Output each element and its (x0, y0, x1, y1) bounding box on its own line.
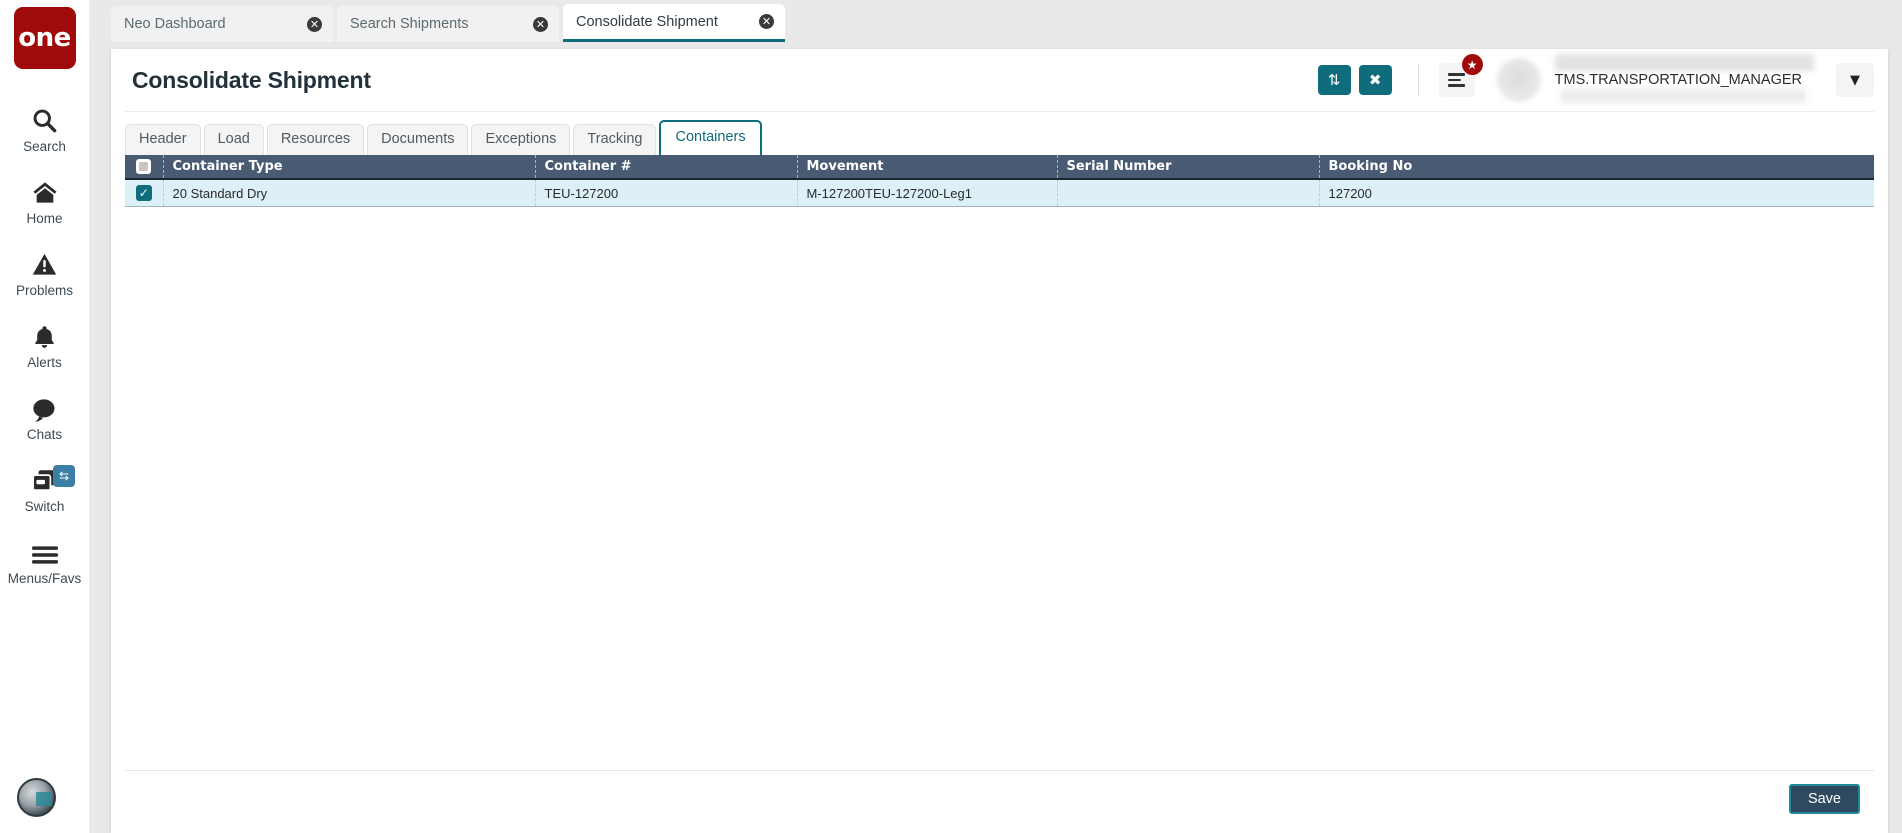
chat-bubble-icon (31, 392, 58, 422)
sidebar-item-problems[interactable]: Problems (0, 235, 89, 307)
sidebar-item-alerts[interactable]: Alerts (0, 307, 89, 379)
assistant-avatar-icon[interactable] (17, 778, 56, 817)
tab-label: Resources (280, 131, 351, 147)
table-body: 20 Standard Dry TEU-127200 M-127200TEU-1… (125, 179, 1874, 207)
sidebar-item-menus-favs[interactable]: Menus/Favs (0, 523, 89, 595)
logo-text: one (18, 23, 71, 53)
cell-container-no: TEU-127200 (535, 179, 798, 207)
sidebar-item-label: Home (26, 211, 63, 226)
menu-bars (1448, 70, 1466, 90)
tab-bar: Header Load Resources Documents Exceptio… (125, 112, 1874, 156)
tab-resources[interactable]: Resources (266, 124, 365, 156)
tab-load[interactable]: Load (203, 124, 264, 156)
tab-exceptions[interactable]: Exceptions (471, 124, 571, 156)
refresh-icon[interactable]: ⇅ (1317, 65, 1351, 95)
warning-triangle-icon (31, 248, 58, 278)
sidebar-item-label: Switch (24, 499, 65, 514)
page-title: Consolidate Shipment (132, 66, 371, 93)
tab-label: Header (139, 131, 187, 147)
cell-booking-no: 127200 (1319, 179, 1874, 207)
page-header-actions: ⇅ ✖ ★ TMS.TRANSPORTATION_MANAGER ▼ (1310, 54, 1874, 102)
card-bottom-padding (111, 826, 1888, 833)
content-area: Header Load Resources Documents Exceptio… (125, 111, 1874, 770)
tab-header[interactable]: Header (125, 124, 201, 156)
row-select-cell[interactable] (125, 179, 164, 207)
sidebar-item-label: Problems (15, 283, 74, 298)
tab-label: Exceptions (485, 131, 557, 147)
sidebar-item-home[interactable]: Home (0, 163, 89, 235)
hamburger-icon (31, 536, 59, 566)
tab-documents[interactable]: Documents (367, 124, 469, 156)
tab-tracking[interactable]: Tracking (573, 124, 657, 156)
column-header-movement[interactable]: Movement (797, 155, 1058, 181)
select-all-checkbox[interactable] (136, 159, 152, 175)
page-footer: Save (125, 770, 1874, 826)
browser-tab-label: Search Shipments (350, 16, 469, 32)
page-card: Consolidate Shipment ⇅ ✖ ★ TMS.TRANSPORT… (111, 49, 1888, 833)
star-icon: ★ (1461, 54, 1483, 75)
sidebar-item-chats[interactable]: Chats (0, 379, 89, 451)
table-header-row: Container Type Container # Movement Seri… (125, 155, 1874, 181)
table-header: Container Type Container # Movement Seri… (125, 155, 1874, 181)
main-column: Neo Dashboard ✕ Search Shipments ✕ Conso… (90, 0, 1902, 833)
column-header-container-type[interactable]: Container Type (163, 155, 536, 181)
sidebar-item-label: Menus/Favs (7, 571, 82, 586)
browser-tab-label: Neo Dashboard (124, 16, 226, 32)
tab-containers[interactable]: Containers (659, 120, 762, 156)
column-header-booking-no[interactable]: Booking No (1319, 155, 1874, 181)
row-checkbox[interactable] (135, 185, 152, 202)
cell-serial-number (1057, 179, 1320, 207)
browser-tab-search-shipments[interactable]: Search Shipments ✕ (337, 6, 559, 42)
app-root: one Search Home Problems Alerts Chats ⇆ … (0, 0, 1902, 833)
one-logo[interactable]: one (13, 7, 76, 69)
close-x-icon[interactable]: ✖ (1358, 65, 1392, 95)
home-icon (31, 176, 59, 206)
sidebar-item-label: Alerts (27, 355, 62, 370)
page-header: Consolidate Shipment ⇅ ✖ ★ TMS.TRANSPORT… (111, 49, 1888, 111)
browser-tab-consolidate-shipment[interactable]: Consolidate Shipment ✕ (563, 4, 785, 42)
tab-label: Documents (381, 131, 455, 147)
close-circle-icon[interactable]: ✕ (307, 16, 322, 32)
chevron-down-icon[interactable]: ▼ (1836, 63, 1874, 97)
browser-tab-neo-dashboard[interactable]: Neo Dashboard ✕ (111, 6, 333, 42)
browser-tab-strip: Neo Dashboard ✕ Search Shipments ✕ Conso… (90, 0, 1902, 42)
table-empty-space (125, 206, 1874, 770)
sidebar-item-label: Chats (26, 427, 63, 442)
username-text: TMS.TRANSPORTATION_MANAGER (1554, 72, 1802, 88)
cell-container-type: 20 Standard Dry (163, 179, 536, 207)
save-button[interactable]: Save (1788, 783, 1860, 814)
tab-label: Tracking (587, 131, 643, 147)
close-circle-icon[interactable]: ✕ (533, 16, 548, 32)
sidebar-item-label: Search (23, 139, 66, 154)
header-divider (1417, 63, 1419, 97)
avatar[interactable] (1496, 58, 1541, 102)
table-row[interactable]: 20 Standard Dry TEU-127200 M-127200TEU-1… (125, 179, 1874, 207)
browser-tab-label: Consolidate Shipment (576, 13, 718, 30)
containers-table: Container Type Container # Movement Seri… (125, 155, 1874, 207)
sidebar-items: Search Home Problems Alerts Chats ⇆ Swit… (0, 91, 89, 595)
containers-table-wrap: Container Type Container # Movement Seri… (125, 155, 1874, 770)
sidebar-item-switch[interactable]: ⇆ Switch (0, 451, 89, 523)
username-label: TMS.TRANSPORTATION_MANAGER (1551, 58, 1806, 102)
tab-label: Load (217, 131, 250, 147)
tab-label: Containers (675, 129, 746, 145)
sidebar-item-search[interactable]: Search (0, 91, 89, 163)
cell-movement: M-127200TEU-127200-Leg1 (797, 179, 1058, 207)
swap-arrows-icon[interactable]: ⇆ (53, 465, 75, 487)
hamburger-menu-icon[interactable]: ★ (1438, 54, 1483, 97)
left-sidebar: one Search Home Problems Alerts Chats ⇆ … (0, 0, 90, 833)
close-circle-icon[interactable]: ✕ (759, 14, 774, 29)
column-header-container-no[interactable]: Container # (535, 155, 798, 181)
select-all-cell[interactable] (125, 155, 164, 181)
column-header-serial-number[interactable]: Serial Number (1057, 155, 1320, 181)
bell-icon (32, 320, 57, 350)
search-icon (31, 104, 58, 134)
